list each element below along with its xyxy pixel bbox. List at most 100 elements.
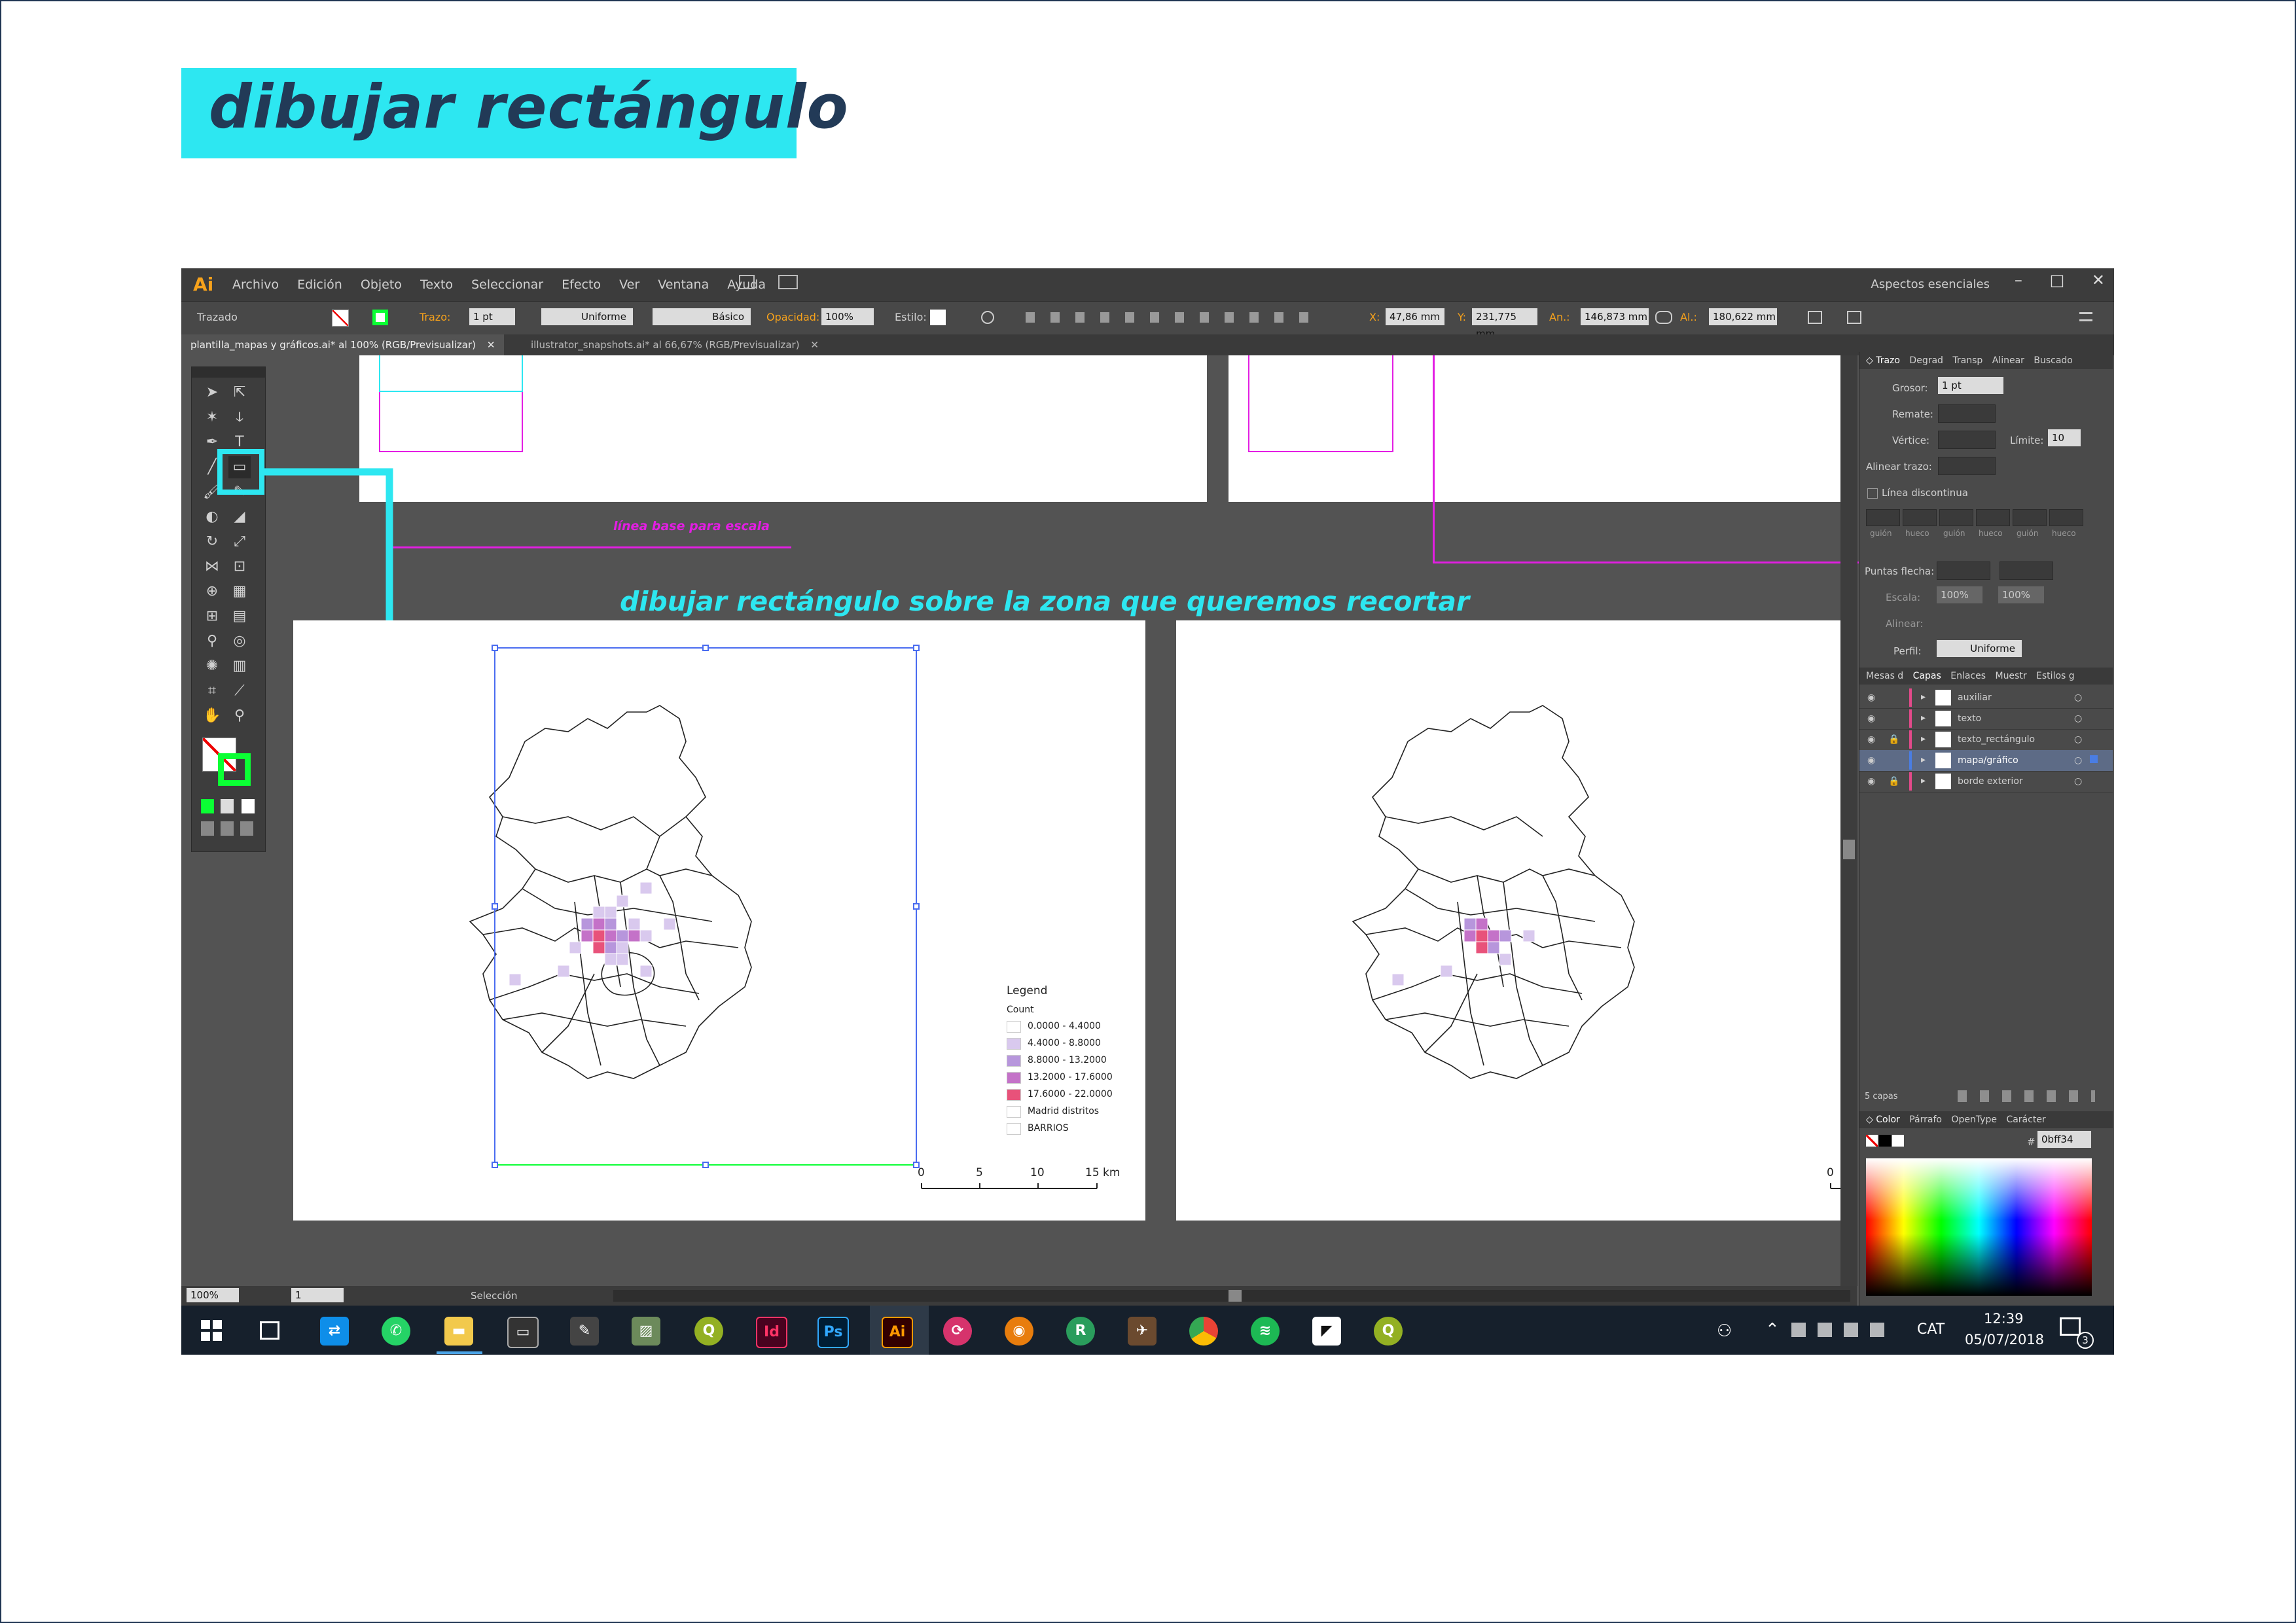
- selection-tool-icon[interactable]: ➤: [201, 382, 223, 404]
- fill-swatch[interactable]: [332, 310, 349, 327]
- tab-buscatrazos[interactable]: Buscado: [2034, 352, 2073, 369]
- h-scroll-thumb[interactable]: [1229, 1290, 1242, 1302]
- recolor-icon[interactable]: [981, 311, 994, 324]
- menu-efecto[interactable]: Efecto: [562, 277, 601, 292]
- stroke-weight-field[interactable]: 1 pt: [469, 308, 515, 325]
- opacity-field[interactable]: 100%: [821, 308, 874, 325]
- target-icon[interactable]: ○: [2074, 776, 2082, 787]
- sync-icon[interactable]: ⟳: [943, 1317, 972, 1346]
- target-icon[interactable]: ○: [2074, 692, 2082, 703]
- free-transform-tool-icon[interactable]: ⊡: [228, 556, 251, 578]
- stroke-swatch[interactable]: [372, 310, 388, 325]
- panel-menu-icon[interactable]: [2079, 312, 2092, 321]
- cap-buttons[interactable]: [1938, 404, 1996, 423]
- dash-field[interactable]: [1939, 509, 1973, 526]
- layer-row[interactable]: ◉ ▸ auxiliar ○: [1859, 687, 2113, 709]
- brush-definition[interactable]: Básico: [653, 308, 751, 325]
- sticky-notes-icon[interactable]: ◤: [1312, 1317, 1341, 1346]
- height-field[interactable]: 180,622 mm: [1709, 308, 1777, 325]
- layer-actions[interactable]: [1958, 1090, 2095, 1102]
- chrome-icon[interactable]: [1189, 1317, 1218, 1346]
- minimize-button[interactable]: –: [2015, 271, 2022, 289]
- people-icon[interactable]: ⚇: [1717, 1321, 1732, 1341]
- align-stroke-buttons[interactable]: [1938, 457, 1996, 475]
- action-center-icon[interactable]: [2060, 1317, 2081, 1336]
- limit-field[interactable]: 10: [2048, 429, 2081, 446]
- eye-icon[interactable]: ◉: [1867, 734, 1875, 745]
- target-icon[interactable]: ○: [2074, 713, 2082, 724]
- gap-field[interactable]: [1976, 509, 2010, 526]
- whatsapp-icon[interactable]: ✆: [382, 1317, 410, 1346]
- gap-field[interactable]: [1903, 509, 1937, 526]
- menu-texto[interactable]: Texto: [420, 277, 453, 292]
- mesh-tool-icon[interactable]: ⊞: [201, 605, 223, 628]
- align-icons[interactable]: [1026, 312, 1314, 323]
- qgis2-icon[interactable]: Q: [1374, 1317, 1403, 1346]
- layer-row[interactable]: ◉ 🔒 ▸ texto_rectángulo ○: [1859, 729, 2113, 751]
- tab-close-icon[interactable]: ✕: [810, 339, 819, 351]
- dash-field[interactable]: [2013, 509, 2047, 526]
- black-color-icon[interactable]: [1879, 1135, 1891, 1147]
- lasso-tool-icon[interactable]: ↆ: [228, 406, 251, 429]
- weight-field[interactable]: 1 pt: [1938, 377, 2003, 394]
- terminal-icon[interactable]: ▭: [507, 1317, 539, 1348]
- rotate-tool-icon[interactable]: ↻: [201, 531, 223, 553]
- layer-row[interactable]: ◉ ▸ texto ○: [1859, 708, 2113, 730]
- corner-buttons[interactable]: [1938, 431, 1996, 449]
- blend-tool-icon[interactable]: ◎: [228, 630, 251, 652]
- tab-close-icon[interactable]: ✕: [487, 339, 495, 351]
- expand-arrow-icon[interactable]: ▸: [1921, 776, 1926, 786]
- tab-muestras[interactable]: Muestr: [1995, 668, 2026, 685]
- direct-selection-tool-icon[interactable]: ⇱: [228, 382, 251, 404]
- eye-icon[interactable]: ◉: [1867, 776, 1875, 787]
- arrow-end-select[interactable]: [2000, 562, 2053, 580]
- x-field[interactable]: 47,86 mm: [1386, 308, 1444, 325]
- inkscape-icon[interactable]: ✎: [570, 1317, 599, 1346]
- arrow-scale-start[interactable]: 100%: [1937, 586, 1982, 603]
- eyedropper-tool-icon[interactable]: ⚲: [201, 630, 223, 652]
- task-view-icon[interactable]: [260, 1321, 279, 1340]
- tab-plantilla[interactable]: plantilla_mapas y gráficos.ai* al 100% (…: [181, 334, 505, 355]
- perspective-grid-tool-icon[interactable]: ▦: [228, 580, 251, 603]
- close-button[interactable]: ✕: [2092, 271, 2105, 289]
- language-indicator[interactable]: CAT: [1917, 1321, 1945, 1338]
- none-color-icon[interactable]: [1866, 1135, 1878, 1147]
- workspace-switcher[interactable]: Aspectos esenciales: [1871, 277, 1990, 291]
- lock-icon[interactable]: 🔒: [1888, 776, 1899, 787]
- photos-icon[interactable]: ▨: [632, 1317, 660, 1346]
- stroke-color-icon[interactable]: [218, 753, 251, 786]
- qgis-icon[interactable]: Q: [694, 1317, 723, 1346]
- style-swatch[interactable]: [930, 310, 946, 325]
- tab-trazo[interactable]: ◇ Trazo: [1866, 352, 1900, 369]
- target-icon[interactable]: ○: [2074, 755, 2082, 766]
- vertical-scrollbar[interactable]: [1840, 355, 1857, 1286]
- blender-icon[interactable]: ◉: [1005, 1317, 1033, 1346]
- draw-mode-icons[interactable]: [201, 821, 257, 836]
- tab-alinear[interactable]: Alinear: [1992, 352, 2024, 369]
- variable-width-profile[interactable]: Uniforme: [541, 308, 633, 325]
- tab-caracter[interactable]: Carácter: [2006, 1111, 2045, 1128]
- tab-parrafo[interactable]: Párrafo: [1909, 1111, 1942, 1128]
- tab-estilos[interactable]: Estilos g: [2036, 668, 2075, 685]
- photoshop-icon[interactable]: Ps: [817, 1317, 849, 1348]
- width-field[interactable]: 146,873 mm: [1581, 308, 1649, 325]
- tray-icons[interactable]: [1791, 1323, 1896, 1337]
- menu-objeto[interactable]: Objeto: [361, 277, 402, 292]
- profile-select[interactable]: Uniforme: [1937, 640, 2022, 657]
- r-icon[interactable]: R: [1066, 1317, 1095, 1346]
- clock-date[interactable]: 05/07/2018: [1965, 1332, 2044, 1347]
- magic-wand-tool-icon[interactable]: ✶: [201, 406, 223, 429]
- tab-mesas[interactable]: Mesas d: [1866, 668, 1903, 685]
- windows-start-icon[interactable]: [201, 1320, 222, 1341]
- horizontal-scrollbar[interactable]: [613, 1290, 1850, 1302]
- white-color-icon[interactable]: [1892, 1135, 1904, 1147]
- teamviewer-icon[interactable]: ⇄: [320, 1317, 349, 1346]
- menu-seleccionar[interactable]: Seleccionar: [471, 277, 543, 292]
- gradient-tool-icon[interactable]: ▤: [228, 605, 251, 628]
- hex-field[interactable]: 0bff34: [2037, 1131, 2091, 1148]
- expand-arrow-icon[interactable]: ▸: [1921, 734, 1926, 744]
- arrow-start-select[interactable]: [1937, 562, 1990, 580]
- layer-row-selected[interactable]: ◉ ▸ mapa/gráfico ○: [1859, 750, 2113, 772]
- indesign-icon[interactable]: Id: [756, 1317, 787, 1348]
- illustrator-icon[interactable]: Ai: [882, 1317, 913, 1348]
